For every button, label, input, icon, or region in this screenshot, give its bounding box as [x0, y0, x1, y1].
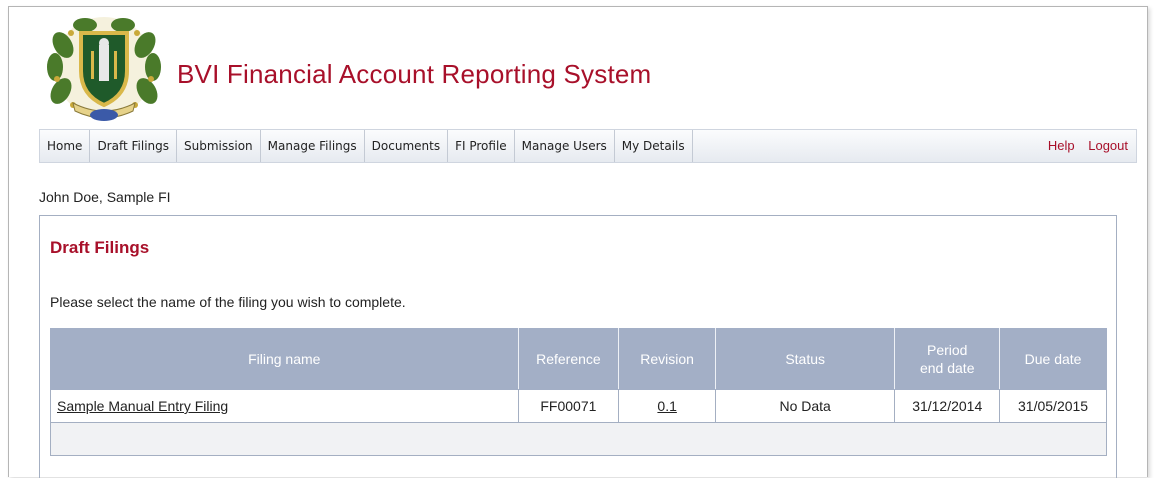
period-end-cell: 31/12/2014 — [894, 389, 1001, 423]
panel-title: Draft Filings — [50, 238, 150, 257]
main-nav: Home Draft Filings Submission Manage Fil… — [39, 129, 1137, 163]
nav-draft-filings[interactable]: Draft Filings — [90, 130, 178, 162]
nav-right: Help Logout — [1038, 130, 1128, 162]
page-frame: BVI Financial Account Reporting System H… — [8, 6, 1148, 478]
nav-my-details[interactable]: My Details — [615, 130, 693, 162]
table-footer-row — [50, 422, 1107, 456]
user-info: John Doe, Sample FI — [39, 189, 171, 205]
col-revision: Revision — [618, 328, 716, 390]
nav-items: Home Draft Filings Submission Manage Fil… — [40, 130, 693, 162]
col-period-end-date: Period end date — [894, 328, 1001, 390]
nav-fi-profile[interactable]: FI Profile — [448, 130, 515, 162]
filing-name-cell: Sample Manual Entry Filing — [50, 389, 519, 423]
table-footer-cell — [50, 422, 1107, 456]
site-title: BVI Financial Account Reporting System — [177, 59, 652, 89]
col-filing-name: Filing name — [50, 328, 519, 390]
help-link[interactable]: Help — [1048, 138, 1075, 153]
bvi-crest-icon — [47, 17, 161, 121]
nav-manage-users[interactable]: Manage Users — [515, 130, 615, 162]
filing-name-link[interactable]: Sample Manual Entry Filing — [57, 398, 228, 414]
filings-table: Filing name Reference Revision Status Pe… — [50, 328, 1107, 456]
due-date-cell: 31/05/2015 — [999, 389, 1107, 423]
logout-link[interactable]: Logout — [1088, 138, 1128, 153]
revision-cell: 0.1 — [618, 389, 716, 423]
col-period-line1: Period — [927, 342, 968, 358]
nav-submission[interactable]: Submission — [177, 130, 261, 162]
status-cell: No Data — [714, 389, 896, 423]
table-row: Sample Manual Entry Filing FF00071 0.1 N… — [50, 389, 1107, 423]
col-due-date: Due date — [999, 328, 1107, 390]
reference-cell: FF00071 — [517, 389, 620, 423]
col-period-line2: end date — [919, 360, 975, 376]
table-header-row: Filing name Reference Revision Status Pe… — [50, 328, 1107, 390]
revision-link[interactable]: 0.1 — [657, 398, 676, 414]
nav-documents[interactable]: Documents — [365, 130, 449, 162]
nav-home[interactable]: Home — [40, 130, 91, 162]
col-status: Status — [714, 328, 896, 390]
draft-filings-panel: Draft Filings Please select the name of … — [39, 215, 1117, 478]
instructions-text: Please select the name of the filing you… — [50, 294, 406, 310]
site-header: BVI Financial Account Reporting System — [9, 7, 1147, 127]
nav-manage-filings[interactable]: Manage Filings — [261, 130, 365, 162]
col-reference: Reference — [517, 328, 620, 390]
